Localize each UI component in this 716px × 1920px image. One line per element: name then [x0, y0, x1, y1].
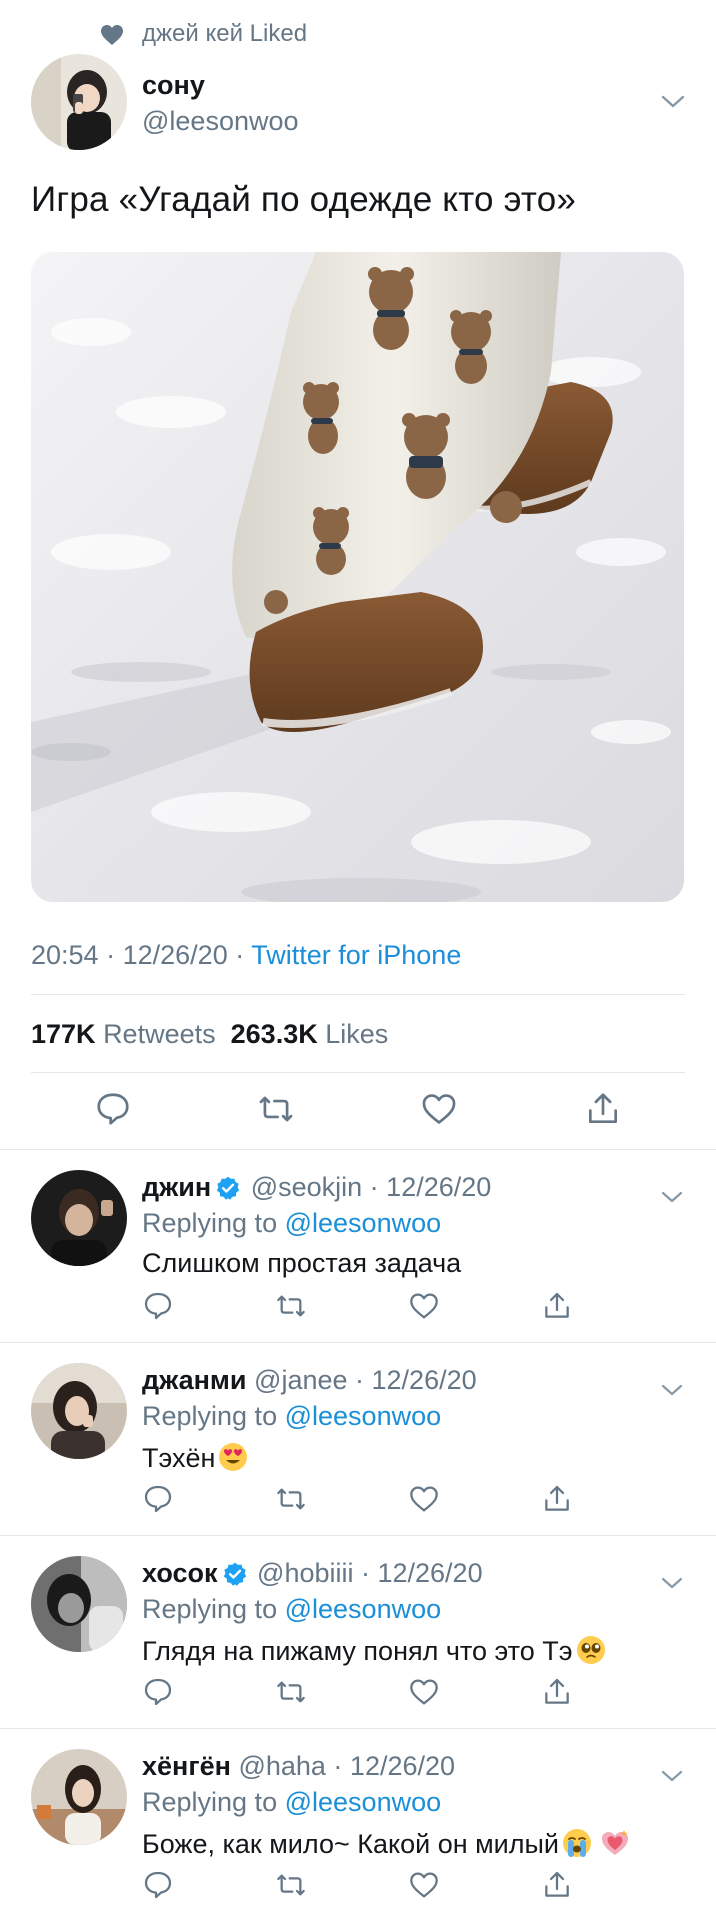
like-heart-icon[interactable]	[408, 1869, 440, 1901]
avatar[interactable]	[31, 1363, 127, 1459]
chevron-down-icon[interactable]	[660, 1576, 684, 1590]
likes-stat[interactable]: 263.3K Likes	[231, 1019, 389, 1049]
mention-link[interactable]: @leesonwoo	[285, 1401, 442, 1431]
reply-icon[interactable]	[94, 1090, 132, 1128]
avatar[interactable]	[31, 1170, 127, 1266]
tweet-action-bar	[0, 1090, 716, 1134]
divider	[31, 1072, 685, 1073]
chevron-down-icon[interactable]	[660, 1769, 684, 1783]
reply-author-handle[interactable]: @janee	[254, 1365, 347, 1395]
reply-header: хёнгён @haha · 12/26/20	[142, 1751, 456, 1781]
tweet-stats: 177K Retweets 263.3K Likes	[31, 1019, 388, 1050]
reply-icon[interactable]	[142, 1676, 174, 1708]
reply-author-handle[interactable]: @seokjin	[251, 1172, 362, 1202]
retweet-icon[interactable]	[275, 1869, 307, 1901]
reply-action-bar	[0, 1676, 716, 1712]
tweet-date: 12/26/20	[122, 940, 228, 970]
share-icon[interactable]	[541, 1290, 573, 1322]
like-heart-icon[interactable]	[408, 1483, 440, 1515]
sparkling-heart-emoji	[602, 1830, 629, 1855]
verified-badge-icon	[223, 1562, 246, 1586]
replying-to: Replying to @leesonwoo	[142, 1594, 442, 1624]
retweets-stat[interactable]: 177K Retweets	[31, 1019, 216, 1049]
tweet-timestamp: 20:54 · 12/26/20 · Twitter for iPhone	[31, 940, 462, 970]
reply-author-name[interactable]: джанми	[142, 1365, 247, 1395]
author-handle[interactable]: @leesonwoo	[142, 106, 299, 137]
reply-text: Боже, как мило~ Какой он милый	[142, 1827, 631, 1860]
mention-link[interactable]: @leesonwoo	[285, 1787, 442, 1817]
reply-action-bar	[0, 1483, 716, 1519]
reply-tweet[interactable]: джин @seokjin · 12/26/20 Replying to @le…	[0, 1150, 716, 1343]
retweet-icon[interactable]	[275, 1676, 307, 1708]
pleading-face-emoji	[576, 1636, 605, 1664]
reply-tweet[interactable]: хосок @hobiiii · 12/26/20 Replying to @l…	[0, 1536, 716, 1729]
like-heart-icon[interactable]	[408, 1290, 440, 1322]
reply-header: хосок @hobiiii · 12/26/20	[142, 1558, 483, 1588]
share-icon[interactable]	[541, 1869, 573, 1901]
replying-to: Replying to @leesonwoo	[142, 1401, 442, 1431]
like-heart-icon[interactable]	[408, 1676, 440, 1708]
reply-icon[interactable]	[142, 1483, 174, 1515]
author-name[interactable]: сону	[142, 70, 205, 101]
avatar[interactable]	[31, 54, 127, 150]
crying-face-emoji	[563, 1829, 592, 1857]
retweet-icon[interactable]	[257, 1090, 295, 1128]
reply-date: 12/26/20	[386, 1172, 492, 1202]
mention-link[interactable]: @leesonwoo	[285, 1208, 442, 1238]
retweet-icon[interactable]	[275, 1483, 307, 1515]
reply-action-bar	[0, 1290, 716, 1326]
reply-tweet[interactable]: хёнгён @haha · 12/26/20 Replying to @lee…	[0, 1729, 716, 1920]
reply-author-name[interactable]: хосок	[142, 1558, 218, 1588]
reply-header: джин @seokjin · 12/26/20	[142, 1172, 492, 1202]
reply-date: 12/26/20	[349, 1751, 456, 1781]
avatar[interactable]	[31, 1749, 127, 1845]
reply-author-name[interactable]: джин	[142, 1172, 211, 1202]
reply-text: Глядя на пижаму понял что это Тэ	[142, 1634, 607, 1667]
chevron-down-icon[interactable]	[660, 1383, 684, 1397]
reply-author-handle[interactable]: @haha	[238, 1751, 325, 1781]
retweet-icon[interactable]	[275, 1290, 307, 1322]
reply-text: Слишком простая задача	[142, 1248, 462, 1278]
avatar[interactable]	[31, 1556, 127, 1652]
replying-to: Replying to @leesonwoo	[142, 1208, 442, 1238]
share-icon[interactable]	[541, 1676, 573, 1708]
tweet-source-link[interactable]: Twitter for iPhone	[251, 940, 461, 970]
divider	[31, 994, 685, 995]
liked-by-text: джей кей Liked	[142, 20, 308, 47]
share-icon[interactable]	[541, 1483, 573, 1515]
verified-badge-icon	[217, 1176, 240, 1200]
reply-tweet[interactable]: джанми @janee · 12/26/20 Replying to @le…	[0, 1343, 716, 1536]
tweet-time: 20:54	[31, 940, 99, 970]
reply-action-bar	[0, 1869, 716, 1905]
reply-author-name[interactable]: хёнгён	[142, 1751, 231, 1781]
tweet-text: Игра «Угадай по одежде кто это»	[31, 180, 577, 219]
reply-author-handle[interactable]: @hobiiii	[257, 1558, 353, 1588]
reply-header: джанми @janee · 12/26/20	[142, 1365, 477, 1395]
replying-to: Replying to @leesonwoo	[142, 1787, 442, 1817]
like-heart-icon[interactable]	[420, 1090, 458, 1128]
share-icon[interactable]	[584, 1090, 622, 1128]
tweet-photo[interactable]	[31, 252, 684, 902]
reply-icon[interactable]	[142, 1290, 174, 1322]
reply-date: 12/26/20	[371, 1365, 477, 1395]
social-context: джей кей Liked	[0, 16, 716, 52]
reply-date: 12/26/20	[377, 1558, 483, 1588]
heart-filled-icon	[101, 25, 123, 45]
heart-eyes-emoji	[219, 1443, 248, 1471]
reply-text: Тэхён	[142, 1441, 249, 1474]
tweet-author: сону @leesonwoo	[0, 54, 716, 152]
reply-icon[interactable]	[142, 1869, 174, 1901]
chevron-down-icon[interactable]	[660, 94, 686, 110]
mention-link[interactable]: @leesonwoo	[285, 1594, 442, 1624]
chevron-down-icon[interactable]	[660, 1190, 684, 1204]
